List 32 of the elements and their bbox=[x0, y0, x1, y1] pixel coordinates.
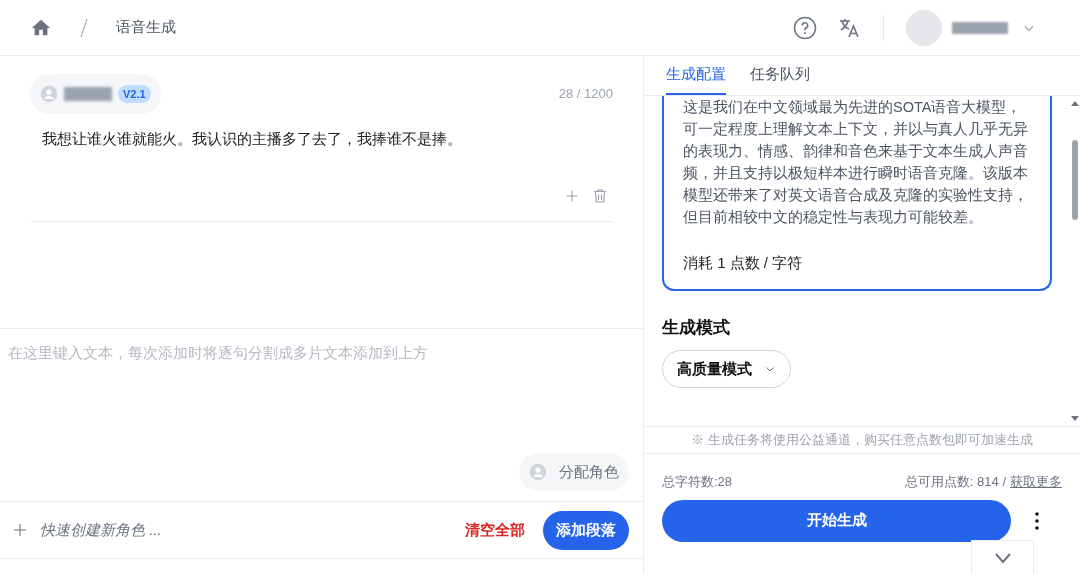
character-count: 28 / 1200 bbox=[558, 85, 613, 104]
paragraph-text[interactable]: 我想让谁火谁就能火。我认识的主播多了去了，我捧谁不是捧。 bbox=[42, 128, 613, 151]
more-icon[interactable] bbox=[1035, 511, 1039, 530]
available-points: 总可用点数: 814 / bbox=[904, 473, 1006, 491]
trash-icon[interactable] bbox=[591, 186, 609, 205]
get-more-link[interactable]: 获取更多 bbox=[1010, 472, 1062, 492]
add-paragraph-button[interactable]: 添加段落 bbox=[543, 510, 629, 550]
user-icon bbox=[40, 85, 58, 103]
quick-role-input[interactable]: 快速创建新角色 ... bbox=[40, 518, 465, 542]
model-description: 这是我们在中文领域最为先进的SOTA语音大模型，可一定程度上理解文本上下文，并以与真人几乎无异的表现力、情感、韵律和音色来基于文本生成人声音频，并且支持以极短样本进行瞬时语音克隆。该版本模型还带来了对英文语音合成及克隆的实验性支持，但目前相较中文的稳定性与表现力可能较差。 bbox=[683, 98, 1029, 227]
cost-text: 消耗 1 点数 / 字符 bbox=[683, 253, 804, 273]
total-characters: 总字符数:28 bbox=[662, 473, 733, 491]
clear-all-button[interactable]: 清空全部 bbox=[465, 518, 525, 542]
user-icon bbox=[529, 463, 547, 481]
help-icon[interactable] bbox=[793, 15, 817, 40]
plus-icon[interactable] bbox=[12, 522, 28, 538]
text-input-field[interactable]: 在这里键入文本，每次添加时将逐句分割成多片文本添加到上方 bbox=[0, 329, 643, 453]
section-heading: 生成模式 bbox=[662, 316, 731, 339]
tab[interactable]: 生成配置 bbox=[666, 62, 726, 95]
breadcrumb-separator-icon bbox=[80, 17, 88, 38]
notice-text: ※ 生成任务将使用公益通道，购买任意点数包即可加速生成 bbox=[644, 426, 1080, 454]
speaker-chip[interactable]: V2.1 bbox=[30, 74, 161, 114]
start-generation-button[interactable]: 开始生成 bbox=[662, 499, 1011, 542]
assign-role-button[interactable]: 分配角色 bbox=[519, 453, 629, 491]
tab[interactable]: 任务队列 bbox=[750, 62, 810, 95]
scroll-down-button[interactable] bbox=[971, 540, 1034, 574]
version-badge: V2.1 bbox=[118, 84, 151, 104]
redacted-username bbox=[952, 21, 1008, 34]
redacted-speaker-name bbox=[64, 87, 112, 101]
model-card[interactable]: 这是我们在中文领域最为先进的SOTA语音大模型，可一定程度上理解文本上下文，并以与真人几乎无异的表现力、情感、韵律和音色来基于文本生成人声音频，并且支持以极短样本进行瞬时语音克隆。该版本模型还带来了对英文语音合成及克隆的实验性支持，但目前相较中文的稳定性与表现力可能较差。 消耗 1 点数 / 字符 bbox=[662, 96, 1052, 291]
breadcrumb-item[interactable]: 语音生成 bbox=[116, 16, 176, 39]
chevron-down-icon bbox=[993, 551, 1012, 564]
